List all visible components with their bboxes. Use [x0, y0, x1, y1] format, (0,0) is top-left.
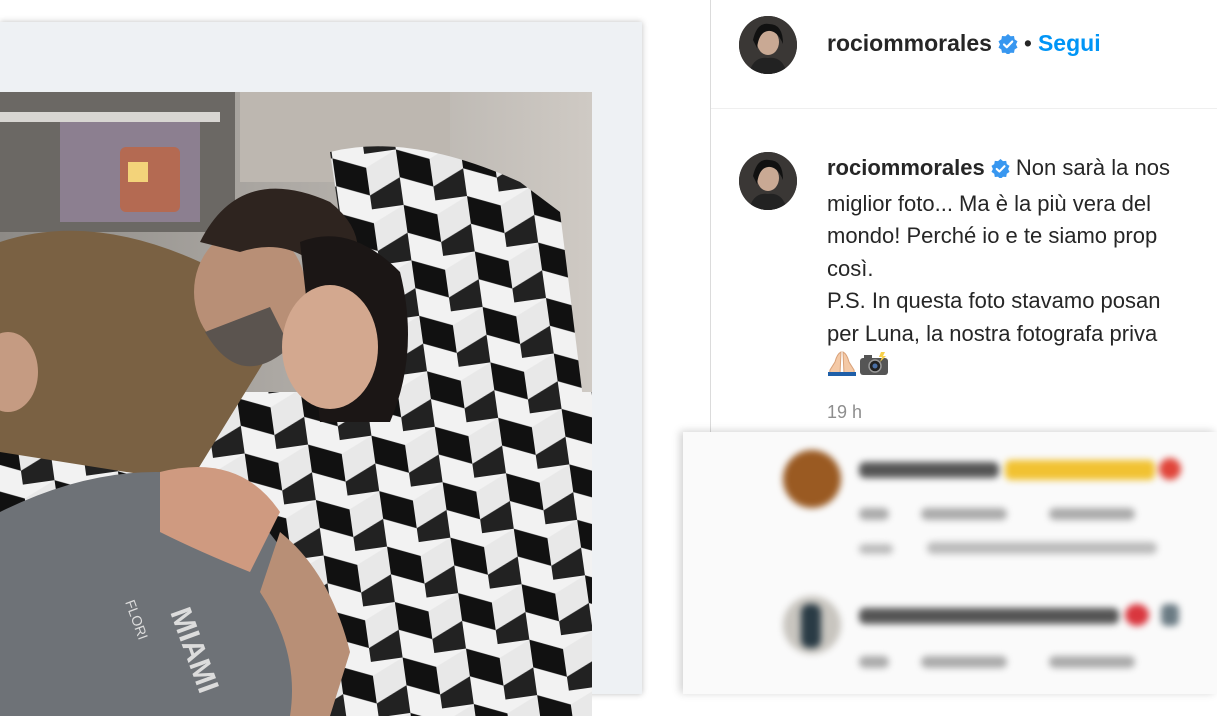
polaroid-frame: MIAMI FLORI	[0, 22, 642, 716]
camera-with-flash-emoji	[859, 352, 889, 386]
praying-hands-emoji	[827, 350, 857, 386]
verified-badge-icon	[998, 33, 1018, 60]
comments-section	[683, 432, 1217, 694]
comment-avatar	[783, 450, 841, 508]
caption-line-4: così.	[827, 255, 874, 281]
caption-line-2: miglior foto... Ma è la più vera del	[827, 190, 1152, 216]
post-caption: rociommorales Non sarà la nos miglior fo…	[827, 152, 1217, 386]
comment-emoji-blur	[1161, 604, 1179, 626]
caption-avatar[interactable]	[739, 152, 797, 210]
post-photo: MIAMI FLORI	[0, 92, 592, 716]
comment-emoji-blur	[1005, 460, 1155, 480]
comment-replies-blur	[859, 544, 893, 554]
blurred-comments	[683, 432, 1217, 694]
separator-dot: •	[1023, 30, 1032, 56]
avatar[interactable]	[739, 16, 797, 74]
verified-badge-icon	[991, 155, 1010, 188]
comment-meta-blur	[921, 656, 1007, 668]
comment-meta-blur	[1049, 656, 1135, 668]
comment-avatar-figure	[801, 604, 821, 648]
caption-line-3: mondo! Perché io e te siamo prop	[827, 223, 1158, 248]
caption-emoji-line	[827, 350, 1217, 386]
username-link[interactable]: rociommorales	[827, 30, 992, 56]
comment-username-blur	[859, 462, 999, 478]
caption-line-6: per Luna, la nostra fotografa priva	[827, 320, 1158, 346]
caption-line-5: P.S. In questa foto stavamo posan	[827, 288, 1161, 313]
comment-meta-blur	[921, 508, 1007, 520]
comment-meta-blur	[859, 508, 889, 520]
follow-button[interactable]: Segui	[1038, 30, 1101, 56]
post-header: rociommorales • Segui	[711, 0, 1217, 109]
comment-username-blur	[859, 608, 1119, 624]
caption-text: Non sarà la nos	[1015, 155, 1170, 180]
caption-username-link[interactable]: rociommorales	[827, 155, 985, 180]
post-timestamp: 19 h	[827, 402, 863, 422]
header-line: rociommorales • Segui	[827, 30, 1101, 60]
comment-replies-blur	[927, 542, 1157, 554]
photo-area: MIAMI FLORI	[0, 0, 700, 716]
comment-heart-blur	[1159, 458, 1181, 480]
comment-heart-blur	[1125, 604, 1149, 626]
comment-meta-blur	[859, 656, 889, 668]
comment-meta-blur	[1049, 508, 1135, 520]
caption-line-1: rociommorales Non sarà la nos	[827, 152, 1217, 188]
